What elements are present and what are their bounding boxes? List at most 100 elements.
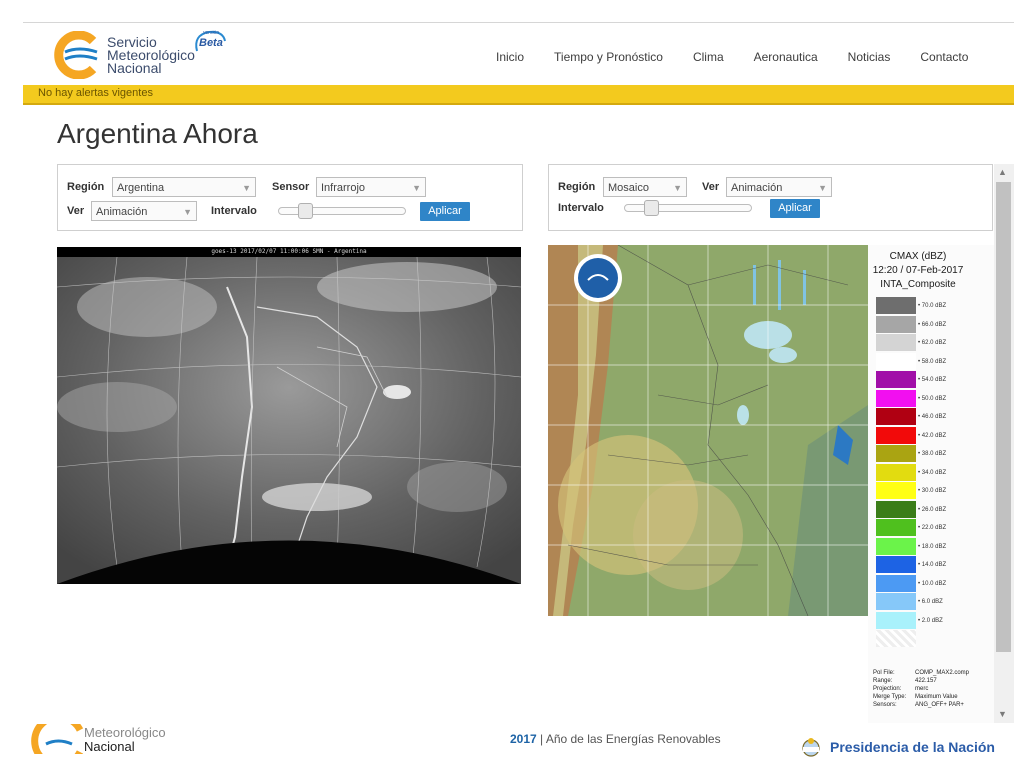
radar-apply-button[interactable]: Aplicar — [770, 199, 820, 218]
legend-swatch — [876, 519, 916, 536]
nav-aeronautica[interactable]: Aeronautica — [739, 50, 833, 64]
legend-swatch — [876, 500, 916, 518]
legend-swatch — [876, 426, 916, 444]
nav-tiempo-pronostico[interactable]: Tiempo y Pronóstico — [539, 50, 678, 64]
scrollbar-thumb[interactable] — [996, 182, 1011, 652]
metadata-value: ANG_OFF+ PAR+ — [915, 702, 964, 708]
legend-swatch-label: • 46.0 dBZ — [918, 414, 947, 420]
legend-title: CMAX (dBZ) 12:20 / 07-Feb-2017 INTA_Comp… — [868, 250, 968, 292]
radar-mosaic-map — [548, 245, 868, 616]
interval-slider-handle[interactable] — [298, 203, 313, 219]
sensor-select[interactable]: Infrarrojo ▼ — [316, 177, 426, 197]
legend-swatch-label: • 58.0 dBZ — [918, 358, 947, 365]
radar-region-label: Región — [558, 181, 596, 193]
metadata-key: Sensors: — [873, 702, 897, 708]
footer-year-caption: | Año de las Energías Renovables — [536, 732, 721, 746]
legend-swatch-label: • 42.0 dBZ — [918, 432, 947, 439]
ver-label: Ver — [67, 205, 85, 217]
scrollbar[interactable]: ▲ ▼ — [994, 164, 1014, 723]
legend-swatch — [876, 611, 916, 629]
interval-label: Intervalo — [211, 205, 257, 217]
footer-year: 2017 — [510, 732, 537, 746]
metadata-value: 422.157 — [915, 678, 937, 684]
radar-region-select-value: Mosaico — [608, 182, 649, 194]
metadata-row: Projection: merc — [873, 685, 969, 693]
metadata-row: Range: 422.157 — [873, 677, 969, 685]
beta-small-text: versión — [203, 30, 220, 36]
legend-swatch-label: • 62.0 dBZ — [918, 340, 947, 346]
legend-swatch-empty — [876, 630, 916, 647]
legend-swatch-label: • 18.0 dBZ — [918, 543, 947, 550]
ver-select[interactable]: Animación ▼ — [91, 201, 197, 221]
chevron-down-icon: ▼ — [673, 183, 682, 193]
argentina-coat-of-arms-icon — [802, 738, 820, 757]
legend-swatch-label: • 22.0 dBZ — [918, 525, 947, 531]
metadata-key: Projection: — [873, 686, 902, 692]
legend-title-label: CMAX (dBZ) — [889, 251, 947, 262]
site-header: Servicio Meteorológico Nacional versión … — [23, 23, 1014, 85]
metadata-row: Merge Type: Maximum Value — [873, 693, 969, 701]
page-title: Argentina Ahora — [57, 118, 258, 149]
metadata-key: Pol File: — [873, 670, 895, 676]
region-select[interactable]: Argentina ▼ — [112, 177, 256, 197]
legend-swatch-label: • 54.0 dBZ — [918, 377, 947, 383]
site-name-line3: Nacional — [107, 60, 162, 76]
legend-swatch — [876, 352, 916, 370]
radar-region-select[interactable]: Mosaico ▼ — [603, 177, 687, 197]
legend-swatch-label: • 50.0 dBZ — [918, 395, 947, 402]
legend-swatch — [876, 537, 916, 555]
scroll-down-arrow-icon[interactable]: ▼ — [998, 709, 1007, 719]
metadata-row: Pol File: COMP_MAX2.comp — [873, 669, 969, 677]
legend-swatch — [876, 315, 916, 333]
radar-metadata: Pol File: COMP_MAX2.comp Range: 422.157 Proj… — [873, 669, 969, 709]
apply-button[interactable]: Aplicar — [420, 202, 470, 221]
sensor-label: Sensor — [272, 181, 310, 193]
legend-swatch — [876, 482, 916, 499]
metadata-value: merc — [915, 686, 929, 692]
footer-org-line1: Meteorológico — [84, 725, 166, 740]
radar-controls: Región Mosaico ▼ Ver Animación ▼ Interva… — [548, 164, 993, 231]
legend-swatch-label: • 34.0 dBZ — [918, 469, 947, 476]
footer-presidency: Presidencia de la Nación — [800, 737, 995, 757]
metadata-key: Merge Type: — [873, 694, 907, 700]
metadata-row: Sensors: ANG_OFF+ PAR+ — [873, 701, 969, 709]
legend-source: INTA_Composite — [880, 279, 956, 290]
radar-ver-select[interactable]: Animación ▼ — [726, 177, 832, 197]
radar-interval-slider-handle[interactable] — [644, 200, 659, 216]
smn-radar-logo-icon — [574, 254, 622, 302]
nav-contacto[interactable]: Contacto — [905, 50, 983, 64]
footer-year-text: 2017 | Año de las Energías Renovables — [510, 732, 721, 746]
ver-select-value: Animación — [96, 206, 148, 218]
legend-swatch-label: • 6.0 dBZ — [918, 599, 943, 605]
nav-inicio[interactable]: Inicio — [481, 50, 539, 64]
beta-label: Beta — [199, 37, 223, 49]
site-name[interactable]: Servicio Meteorológico Nacional — [107, 35, 195, 76]
satellite-image[interactable]: goes-13 2017/02/07 11:00:06 SMN - Argent… — [57, 247, 521, 584]
legend-swatch — [876, 556, 916, 573]
metadata-value: Maximum Value — [915, 694, 958, 700]
legend-swatch — [876, 389, 916, 407]
metadata-key: Range: — [873, 678, 893, 684]
chevron-down-icon: ▼ — [412, 183, 421, 193]
legend-swatch — [876, 445, 916, 462]
chevron-down-icon: ▼ — [242, 183, 251, 193]
legend-swatch-label: • 66.0 dBZ — [918, 321, 947, 328]
radar-ver-select-value: Animación — [731, 182, 783, 194]
legend-swatch-label: • 38.0 dBZ — [918, 451, 947, 457]
radar-map[interactable] — [548, 245, 868, 616]
legend-swatch — [876, 463, 916, 481]
alert-text: No hay alertas vigentes — [38, 87, 153, 99]
smn-logo-icon[interactable] — [47, 31, 103, 79]
scroll-up-arrow-icon[interactable]: ▲ — [998, 167, 1007, 177]
browser-screenshot: Servicio Meteorológico Nacional versión … — [23, 22, 1014, 723]
nav-noticias[interactable]: Noticias — [833, 50, 906, 64]
legend-swatch — [876, 408, 916, 425]
satellite-controls: Región Argentina ▼ Sensor Infrarrojo ▼ V… — [57, 164, 523, 231]
alert-bar: No hay alertas vigentes — [23, 85, 1014, 105]
legend-time: 12:20 / 07-Feb-2017 — [872, 265, 964, 276]
nav-clima[interactable]: Clima — [678, 50, 739, 64]
radar-legend: CMAX (dBZ) 12:20 / 07-Feb-2017 INTA_Comp… — [868, 245, 994, 723]
legend-swatch — [876, 334, 916, 351]
legend-swatch — [876, 371, 916, 388]
legend-swatch-label: • 14.0 dBZ — [918, 562, 947, 568]
